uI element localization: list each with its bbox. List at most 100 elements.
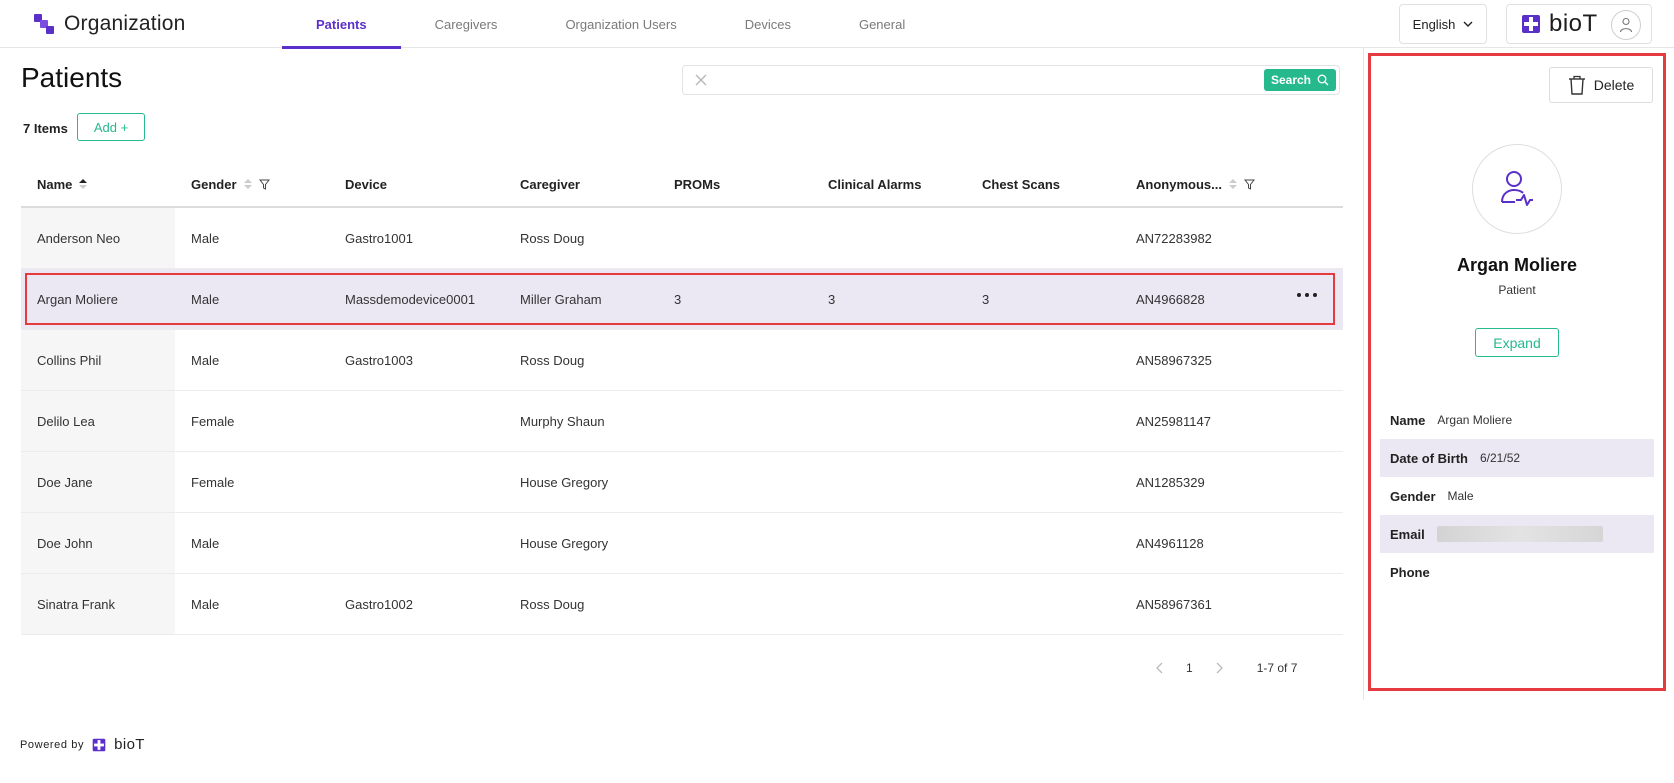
clear-icon[interactable] [695,74,707,86]
cell-device [329,452,504,512]
cell-gender: Male [191,535,220,551]
cell-device: Gastro1002 [345,596,413,612]
table-row[interactable]: Collins Phil Male Gastro1003 Ross Doug A… [21,330,1343,391]
cell-proms [658,391,812,451]
search-bar: Search [682,65,1340,95]
tab-caregivers[interactable]: Caregivers [401,0,532,48]
search-button[interactable]: Search [1264,69,1336,91]
app-title: Organization [64,12,186,35]
cell-clinical-alarms [812,574,966,634]
detail-label: Phone [1390,564,1430,580]
cell-gender: Male [191,596,220,612]
prev-page-icon[interactable] [1155,662,1165,674]
table-row[interactable]: Doe John Male House Gregory AN4961128 [21,513,1343,574]
detail-name: Name Argan Moliere [1380,401,1654,439]
filter-icon[interactable] [258,179,270,190]
column-header-anonymous[interactable]: Anonymous... [1120,162,1343,206]
cell-proms [658,330,812,390]
cell-caregiver: Ross Doug [520,352,585,368]
filter-icon[interactable] [1243,179,1255,190]
column-header-name[interactable]: Name [21,162,175,206]
cell-name: Doe John [21,513,175,573]
search-button-label: Search [1270,73,1312,87]
cell-proms: 3 [674,291,682,307]
tab-general[interactable]: General [825,0,939,48]
table-row[interactable]: Anderson Neo Male Gastro1001 Ross Doug A… [21,208,1343,269]
add-button[interactable]: Add + [77,113,145,141]
patient-detail-panel: Delete Argan Moliere Patient Expand Name… [1368,53,1666,691]
panel-divider [1363,48,1364,700]
cell-proms [658,513,812,573]
cell-anonymous: AN4961128 [1136,535,1204,551]
patient-name: Argan Moliere [1456,255,1578,275]
detail-gender: Gender Male [1380,477,1654,515]
user-avatar[interactable] [1611,10,1641,40]
column-header-clinical-alarms: Clinical Alarms [828,176,922,192]
detail-phone: Phone [1380,553,1654,591]
detail-label: Gender [1390,488,1436,504]
chevron-down-icon [1463,21,1473,27]
cell-proms [658,574,812,634]
cell-gender: Female [191,413,235,429]
column-header-gender[interactable]: Gender [175,162,329,206]
delete-label: Delete [1593,77,1635,93]
cell-caregiver: House Gregory [520,474,609,490]
table-row-selected[interactable]: Argan Moliere Male Massdemodevice0001 Mi… [21,269,1343,330]
detail-value: 6/21/52 [1480,451,1521,465]
sort-icon[interactable] [243,178,253,190]
delete-button[interactable]: Delete [1549,67,1653,103]
sort-icon[interactable] [1228,178,1238,190]
cell-clinical-alarms [812,513,966,573]
cell-gender: Male [191,291,220,307]
cell-name: Doe Jane [21,452,175,512]
user-icon [1619,17,1633,33]
page-number[interactable]: 1 [1186,661,1193,675]
sort-icon[interactable] [78,178,88,190]
table-row[interactable]: Sinatra Frank Male Gastro1002 Ross Doug … [21,574,1343,635]
expand-button[interactable]: Expand [1475,328,1559,357]
next-page-icon[interactable] [1214,662,1224,674]
cell-device [329,513,504,573]
cell-clinical-alarms [812,391,966,451]
items-count: 7 Items [23,121,68,136]
cell-anonymous: AN1285329 [1136,474,1205,490]
patient-role: Patient [1498,283,1536,297]
biot-logo-icon [92,738,106,751]
column-header-caregiver: Caregiver [520,176,580,192]
language-select[interactable]: English [1399,4,1487,44]
cell-name: Collins Phil [21,330,175,390]
page-range: 1-7 of 7 [1256,661,1298,675]
column-label: Name [37,176,73,192]
cell-gender: Female [191,474,235,490]
detail-date-of-birth: Date of Birth 6/21/52 [1380,439,1654,477]
tab-organization-users[interactable]: Organization Users [531,0,710,48]
cell-anonymous: AN58967361 [1136,596,1212,612]
powered-by-label: Powered by [20,738,85,751]
brand: Organization [32,12,185,36]
cell-clinical-alarms: 3 [828,291,836,307]
search-input[interactable] [717,69,1237,91]
cell-caregiver: Miller Graham [520,291,602,307]
powered-by-brand: bioT [114,736,145,753]
table-row[interactable]: Delilo Lea Female Murphy Shaun AN2598114… [21,391,1343,452]
patient-avatar [1472,144,1562,234]
search-icon [1317,74,1329,86]
cell-chest-scans [966,330,1120,390]
table-header: Name Gender Device Caregiver PROMs Clini… [21,162,1343,208]
tab-devices[interactable]: Devices [711,0,825,48]
cell-device: Massdemodevice0001 [345,291,476,307]
cell-chest-scans [966,452,1120,512]
table-row[interactable]: Doe Jane Female House Gregory AN1285329 [21,452,1343,513]
cell-anonymous: AN72283982 [1136,230,1212,246]
cell-device: Gastro1003 [345,352,413,368]
cell-device: Gastro1001 [345,230,413,246]
patients-table: Name Gender Device Caregiver PROMs Clini… [21,162,1343,635]
tab-patients[interactable]: Patients [282,0,401,49]
email-redacted [1436,526,1603,542]
cell-chest-scans: 3 [982,291,990,307]
column-header-device: Device [345,176,387,192]
more-icon[interactable] [1297,293,1317,299]
biot-brand-text: bioT [1549,10,1598,37]
pagination: 1 1-7 of 7 [1155,661,1297,675]
detail-email: Email [1380,515,1654,553]
